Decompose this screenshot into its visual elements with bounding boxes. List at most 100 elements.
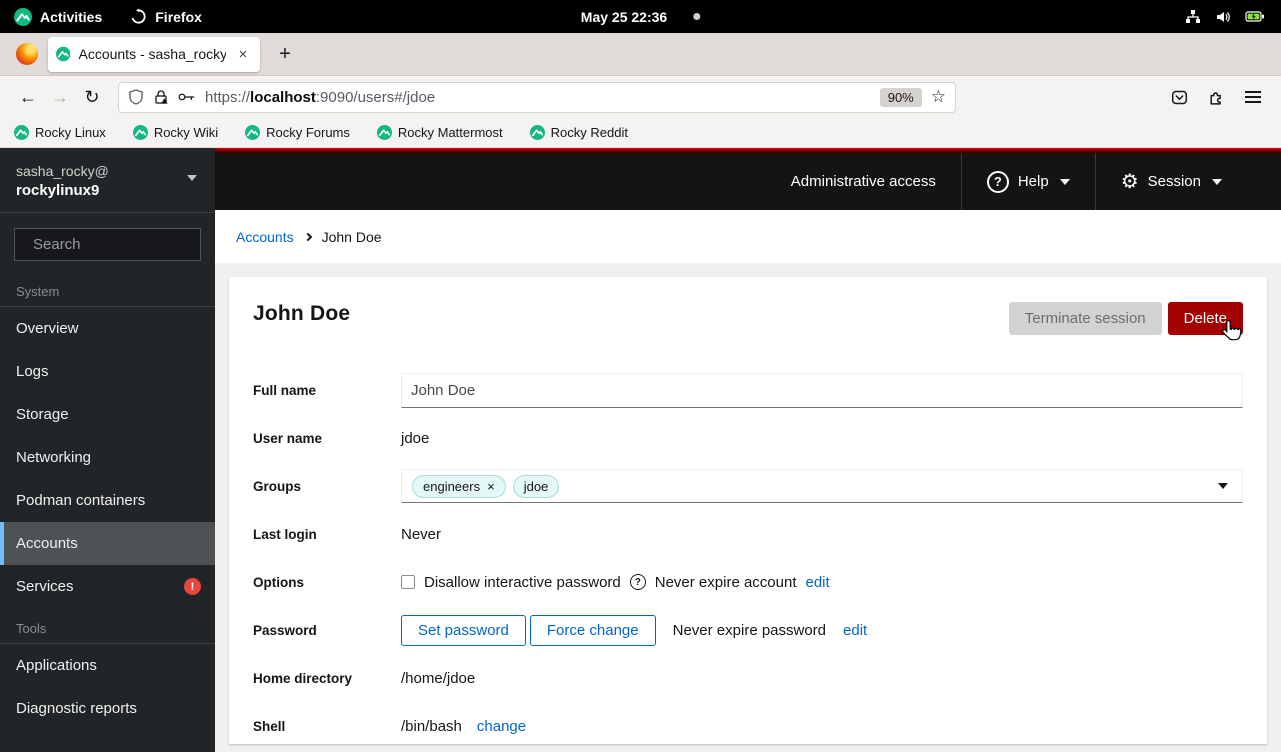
last-login-value: Never [401,525,442,543]
browser-tab[interactable]: Accounts - sasha_rocky@ × [48,36,260,72]
never-expire-account-text: Never expire account [654,573,797,591]
rocky-logo-icon [14,7,32,26]
focused-app-menu[interactable]: Firefox [130,8,202,25]
gear-icon: ⚙ [1120,170,1139,193]
delete-button[interactable]: Delete [1167,302,1243,335]
sidebar-item-storage[interactable]: Storage [0,393,215,436]
last-login-label: Last login [253,526,317,542]
search-input[interactable] [33,236,215,253]
account-detail-card: John Doe Terminate session Delete Full n… [229,277,1267,744]
sidebar-item-services[interactable]: Services ! [0,565,215,608]
chevron-down-icon [1212,178,1222,185]
activities-label: Activities [40,8,103,25]
account-expire-edit-link[interactable]: edit [806,574,830,591]
remove-chip-icon[interactable]: × [487,480,495,493]
help-question-icon[interactable]: ? [629,574,646,590]
clock[interactable]: May 25 22:36 [581,9,667,25]
set-password-button[interactable]: Set password [401,614,526,646]
breadcrumb-current: John Doe [321,228,382,245]
home-directory-label: Home directory [253,670,353,686]
nav-section-tools: Tools [16,621,47,636]
bookmarks-bar: Rocky Linux Rocky Wiki Rocky Forums Rock… [0,118,1281,148]
sidebar-item-podman-containers[interactable]: Podman containers [0,479,215,522]
force-change-button[interactable]: Force change [529,614,656,646]
host-switcher[interactable]: sasha_rocky@ rockylinux9 [0,148,215,213]
sidebar-item-applications[interactable]: Applications [0,644,215,687]
breadcrumb-accounts-link[interactable]: Accounts [236,229,294,245]
nav-section-system: System [16,284,60,299]
address-bar[interactable]: https://localhost:9090/users#/jdoe 90% ☆ [118,81,956,113]
tab-close-icon[interactable]: × [234,44,252,64]
bookmark-rocky-linux[interactable]: Rocky Linux [14,125,106,140]
cockpit-sidebar: sasha_rocky@ rockylinux9 System Overview… [0,148,215,752]
gnome-top-bar: Activities Firefox May 25 22:36 [0,0,1281,33]
pocket-icon[interactable] [1163,81,1195,113]
firefox-mono-icon [132,8,146,24]
page-title: John Doe [253,302,351,325]
bookmark-rocky-mattermost[interactable]: Rocky Mattermost [376,125,503,140]
network-icon [1186,9,1200,23]
back-button[interactable]: ← [12,81,44,113]
sidebar-item-diagnostic-reports[interactable]: Diagnostic reports [0,687,215,730]
never-expire-password-text: Never expire password [672,621,827,639]
chevron-down-icon [187,175,197,181]
reload-button[interactable]: ↻ [76,81,108,113]
terminate-session-button[interactable]: Terminate session [1008,302,1162,335]
chevron-down-icon[interactable] [1218,483,1228,489]
bookmark-favicon-icon [245,125,261,140]
tab-favicon-rocky-icon [56,46,71,62]
help-question-icon: ? [986,170,1009,193]
sidebar-search[interactable] [14,228,215,261]
zoom-level-badge[interactable]: 90% [879,87,922,107]
new-tab-button[interactable]: + [270,39,300,69]
admin-access-button[interactable]: Administrative access [766,153,961,210]
sidebar-item-accounts[interactable]: Accounts [0,522,215,565]
user-name-value: jdoe [401,429,430,447]
shell-change-link[interactable]: change [477,718,526,735]
menu-hamburger-icon[interactable] [1237,81,1269,113]
sidebar-item-networking[interactable]: Networking [0,436,215,479]
alert-badge-icon: ! [184,578,201,595]
volume-icon [1217,11,1230,22]
groups-select[interactable]: engineers × jdoe [401,469,1243,503]
firefox-view-icon[interactable] [16,43,38,65]
full-name-input[interactable] [401,372,1243,408]
disallow-password-label: Disallow interactive password [424,573,621,591]
groups-label: Groups [253,478,302,494]
key-icon[interactable] [178,91,196,103]
bookmark-favicon-icon [132,125,148,140]
browser-toolbar: ← → ↻ https://localhost:9090/users#/jdoe… [0,76,1281,118]
notification-dot [693,13,701,20]
bookmark-star-icon[interactable]: ☆ [931,87,946,107]
password-expire-edit-link[interactable]: edit [843,622,867,639]
session-menu[interactable]: ⚙ Session [1094,153,1247,210]
lock-warning-icon[interactable] [153,89,169,105]
app-label: Firefox [155,8,202,25]
bookmark-favicon-icon [529,125,545,140]
sidebar-item-logs[interactable]: Logs [0,350,215,393]
bookmark-rocky-reddit[interactable]: Rocky Reddit [529,125,628,140]
bookmark-favicon-icon [376,125,392,140]
chevron-right-icon [303,232,312,241]
disallow-password-checkbox[interactable] [401,575,415,589]
shield-icon[interactable] [128,89,144,105]
bookmark-rocky-wiki[interactable]: Rocky Wiki [132,125,218,140]
bookmark-rocky-forums[interactable]: Rocky Forums [245,125,350,140]
options-label: Options [253,574,304,590]
forward-button[interactable]: → [44,81,76,113]
help-menu[interactable]: ? Help [960,153,1095,210]
sidebar-item-overview[interactable]: Overview [0,307,215,350]
browser-tab-bar: Accounts - sasha_rocky@ × + [0,33,1281,76]
user-name-label: User name [253,430,323,446]
extensions-puzzle-icon[interactable] [1200,81,1232,113]
shell-label: Shell [253,718,286,734]
url-text[interactable]: https://localhost:9090/users#/jdoe [205,89,871,106]
group-chip-jdoe: jdoe [512,474,560,498]
system-tray[interactable] [1185,9,1281,25]
breadcrumb: Accounts John Doe [215,210,1281,263]
shell-value: /bin/bash [401,717,462,735]
activities-button[interactable]: Activities [14,7,103,26]
cockpit-masthead: Administrative access ? Help ⚙ Session [215,148,1281,210]
bookmark-favicon-icon [14,125,29,140]
tab-title: Accounts - sasha_rocky@ [78,46,226,62]
